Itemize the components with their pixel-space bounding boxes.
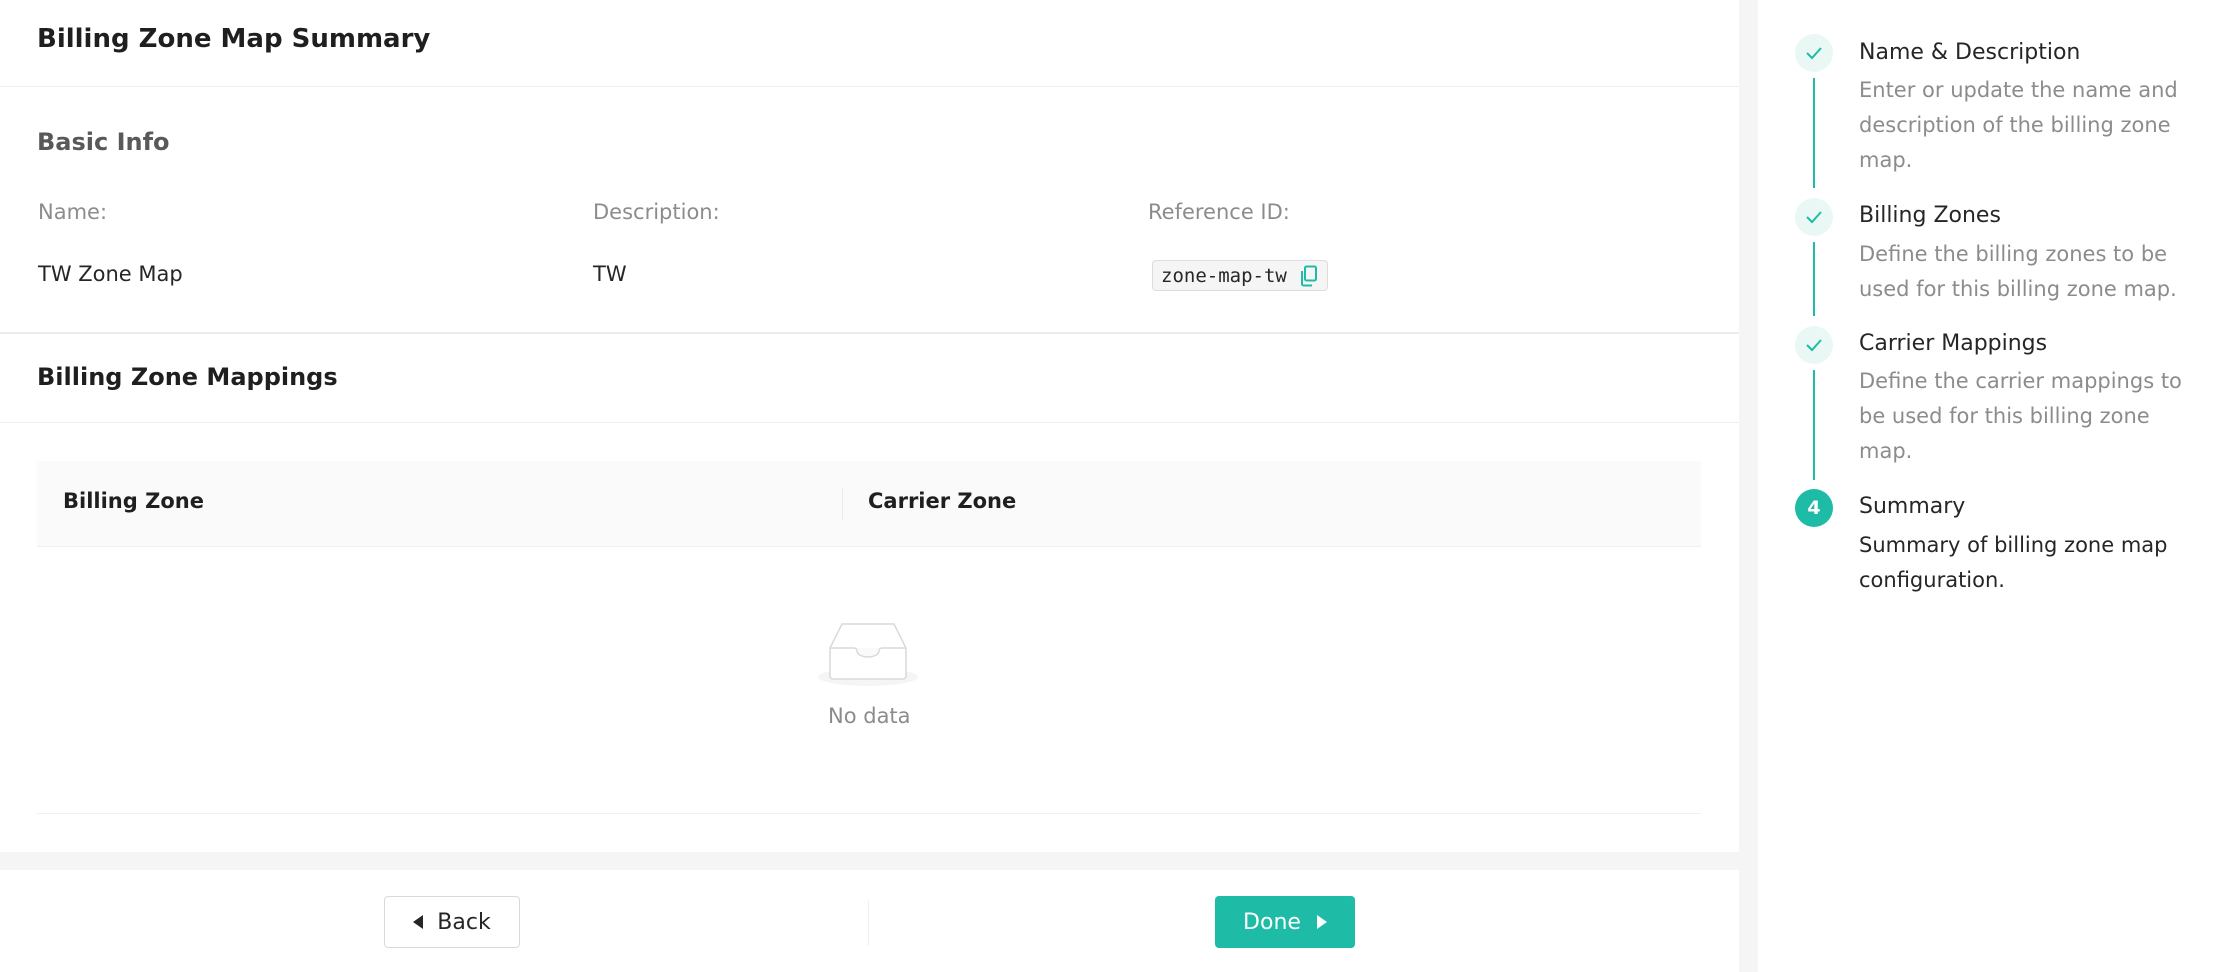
step-connector (1813, 78, 1815, 188)
empty-state-text: No data (828, 704, 911, 728)
step-1-description: Enter or update the name and description… (1859, 78, 2178, 172)
step-1-title: Name & Description (1859, 40, 2081, 65)
description-label: Description: (593, 200, 720, 224)
main-content: Billing Zone Map Summary Basic Info Name… (0, 0, 1739, 972)
footer-divider (868, 900, 869, 946)
check-icon (1806, 339, 1822, 352)
reference-id-chip: zone-map-tw (1152, 260, 1328, 291)
mappings-title: Billing Zone Mappings (37, 363, 338, 391)
inbox-icon (816, 620, 920, 690)
done-button-label: Done (1243, 909, 1301, 935)
step-2-title: Billing Zones (1859, 203, 2001, 228)
reference-id-label: Reference ID: (1148, 200, 1290, 224)
done-button[interactable]: Done (1215, 896, 1355, 948)
summary-card: Billing Zone Map Summary Basic Info Name… (0, 0, 1739, 852)
step-4-number: 4 (1795, 489, 1833, 527)
caret-left-icon (413, 915, 424, 929)
step-connector (1813, 370, 1815, 480)
step-connector (1813, 242, 1815, 316)
column-header-billing-zone: Billing Zone (63, 489, 204, 513)
step-2-status (1795, 198, 1833, 236)
table-bottom-border (37, 813, 1701, 814)
column-header-carrier-zone: Carrier Zone (868, 489, 1017, 513)
steps-panel: Name & Description Enter or update the n… (1758, 0, 2220, 972)
divider (0, 86, 1739, 87)
mappings-table-header: Billing Zone Carrier Zone (37, 461, 1701, 547)
step-3-title: Carrier Mappings (1859, 331, 2048, 356)
back-button[interactable]: Back (384, 896, 520, 948)
copy-icon[interactable] (1299, 265, 1319, 287)
step-1-status (1795, 34, 1833, 72)
back-button-label: Back (437, 909, 491, 935)
caret-right-icon (1316, 915, 1327, 929)
description-value: TW (593, 262, 627, 286)
check-icon (1806, 211, 1822, 224)
reference-id-value: zone-map-tw (1161, 264, 1287, 287)
divider (0, 422, 1739, 423)
step-3-description: Define the carrier mappings to be used f… (1859, 369, 2182, 463)
page: Billing Zone Map Summary Basic Info Name… (0, 0, 2220, 972)
step-2-description: Define the billing zones to be used for … (1859, 242, 2177, 301)
name-value: TW Zone Map (38, 262, 183, 286)
section-divider (0, 332, 1739, 334)
column-divider (842, 487, 843, 521)
step-4-title: Summary (1859, 494, 1966, 519)
name-label: Name: (38, 200, 108, 224)
page-title: Billing Zone Map Summary (37, 24, 431, 54)
step-3-status (1795, 326, 1833, 364)
step-4-description: Summary of billing zone map configuratio… (1859, 533, 2168, 592)
footer-bar: Back Done (0, 870, 1739, 972)
basic-info-title: Basic Info (37, 128, 170, 156)
check-icon (1806, 47, 1822, 60)
